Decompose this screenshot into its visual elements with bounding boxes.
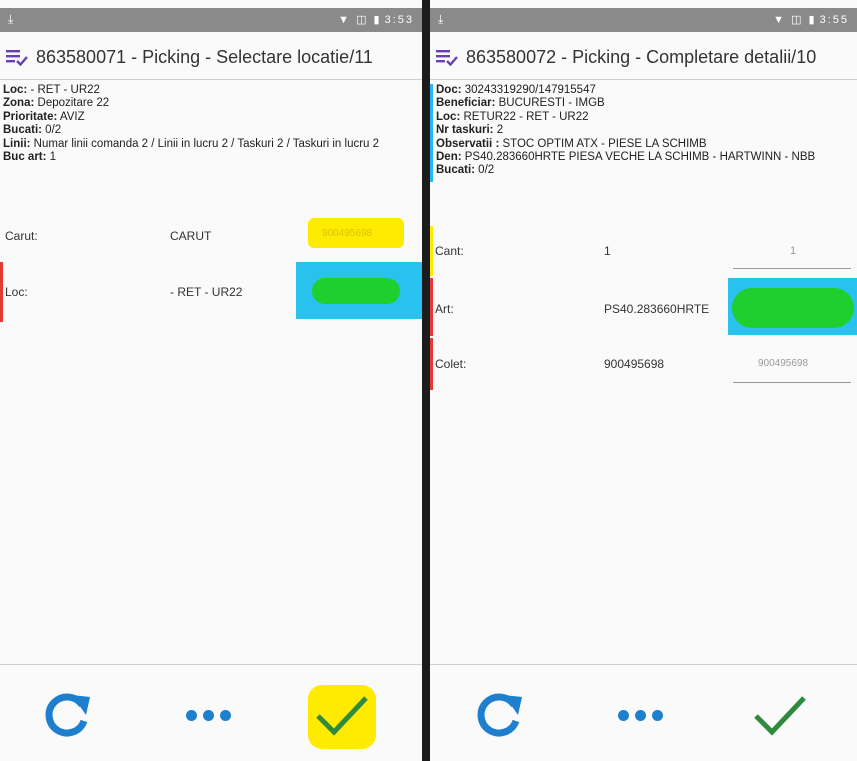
cant-row: Cant: 1 1: [430, 226, 857, 276]
carut-value: CARUT: [170, 229, 212, 243]
loc-label: Loc:: [5, 285, 28, 299]
carut-field-value: 900495698: [322, 228, 373, 239]
info-value: Depozitare 22: [34, 97, 110, 110]
loc-field[interactable]: [296, 262, 422, 319]
colet-field[interactable]: [733, 382, 851, 383]
more-icon: [617, 709, 663, 721]
list-check-icon[interactable]: [435, 46, 459, 68]
task-info: Loc: - RET - UR22 Zona: Depozitare 22 Pr…: [0, 84, 420, 164]
download-icon: ⤓: [438, 12, 444, 26]
colet-field-value[interactable]: 900495698: [758, 358, 808, 369]
status-icons: ▼ ◫ ▮ 3:55: [773, 14, 849, 26]
page-title: 863580072 - Picking - Completare detalii…: [466, 47, 817, 67]
info-line: Loc: RETUR22 - RET - UR22: [436, 111, 855, 124]
loc-value: - RET - UR22: [170, 285, 243, 299]
carut-label: Carut:: [5, 229, 38, 243]
info-key: Zona:: [3, 97, 35, 110]
info-line: Loc: - RET - UR22: [3, 84, 420, 97]
art-field-mask: [732, 288, 854, 328]
task-info: Doc: 30243319290/147915547 Beneficiar: B…: [430, 84, 855, 182]
carut-row: Carut: CARUT 900495698: [0, 212, 422, 258]
loc-row: Loc: - RET - UR22: [0, 262, 422, 322]
info-line: Den: PS40.283660HRTE PIESA VECHE LA SCHI…: [436, 151, 855, 164]
title-bar: 863580072 - Picking - Completare detalii…: [430, 36, 857, 80]
info-value: Numar linii comanda 2 / Linii in lucru 2…: [30, 137, 380, 150]
cant-value: 1: [604, 244, 611, 258]
info-value: - RET - UR22: [27, 84, 100, 96]
info-value: 0/2: [41, 124, 62, 137]
colet-value: 900495698: [604, 357, 665, 371]
info-line: Bucati: 0/2: [436, 164, 855, 177]
action-bar: [0, 664, 422, 761]
info-key: Nr taskuri:: [436, 124, 494, 137]
status-bar: ⤓ ▼ ◫ ▮ 3:55: [430, 8, 857, 32]
info-key: Doc:: [436, 84, 462, 96]
art-value: PS40.283660HRTE: [604, 302, 710, 316]
check-icon: [754, 696, 806, 736]
info-key: Den:: [436, 151, 462, 164]
info-key: Bucati:: [436, 164, 475, 177]
cant-field[interactable]: [733, 268, 851, 269]
info-value: BUCURESTI - IMGB: [495, 97, 605, 110]
refresh-button[interactable]: [466, 683, 530, 747]
confirm-button[interactable]: [748, 683, 812, 747]
cant-label: Cant:: [435, 244, 464, 258]
status-bar: ⤓ ▼ ◫ ▮ 3:53: [0, 8, 422, 32]
info-key: Prioritate:: [3, 110, 58, 123]
info-line: Prioritate: AVIZ: [3, 111, 420, 124]
colet-row: Colet: 900495698 900495698: [430, 338, 857, 390]
carut-field[interactable]: 900495698: [308, 218, 404, 248]
info-key: Linii:: [3, 137, 31, 150]
more-icon: [185, 709, 231, 721]
status-icons: ▼ ◫ ▮ 3:53: [338, 14, 414, 26]
art-label: Art:: [435, 302, 454, 316]
refresh-icon: [477, 693, 522, 737]
more-button[interactable]: [176, 683, 240, 747]
info-line: Bucati: 0/2: [3, 124, 420, 137]
check-icon: [316, 696, 368, 736]
info-key: Observatii :: [436, 137, 500, 150]
left-screen: ⤓ ▼ ◫ ▮ 3:53 863580071 - Picking - Select…: [0, 0, 422, 761]
art-field[interactable]: [728, 278, 857, 335]
info-line: Buc art: 1: [3, 151, 420, 164]
info-line: Beneficiar: BUCURESTI - IMGB: [436, 97, 855, 110]
info-key: Bucati:: [3, 124, 42, 137]
info-value: STOC OPTIM ATX - PIESE LA SCHIMB: [499, 137, 707, 150]
status-time: 3:53: [384, 14, 414, 26]
refresh-button[interactable]: [34, 683, 98, 747]
confirm-button[interactable]: [310, 683, 374, 747]
info-value: AVIZ: [57, 110, 85, 123]
page-title: 863580071 - Picking - Selectare locatie/…: [36, 47, 373, 67]
list-check-icon[interactable]: [5, 46, 29, 68]
screen-divider: [422, 0, 430, 761]
loc-field-mask: [312, 278, 400, 304]
colet-label: Colet:: [435, 357, 467, 371]
info-line: Nr taskuri: 2: [436, 124, 855, 137]
info-value: 2: [493, 124, 504, 137]
info-key: Loc:: [436, 110, 461, 123]
info-line: Linii: Numar linii comanda 2 / Linii in …: [3, 138, 420, 151]
title-bar: 863580071 - Picking - Selectare locatie/…: [0, 36, 422, 80]
refresh-icon: [45, 693, 90, 737]
art-row: Art: PS40.283660HRTE: [430, 278, 857, 336]
more-button[interactable]: [608, 683, 672, 747]
info-key: Beneficiar:: [436, 97, 496, 110]
right-screen: ⤓ ▼ ◫ ▮ 3:55 863580072 - Picking - Comple…: [430, 0, 857, 761]
info-value: 1: [46, 151, 57, 164]
info-key: Loc:: [3, 84, 28, 96]
download-icon: ⤓: [8, 12, 14, 26]
info-value: 30243319290/147915547: [461, 84, 596, 96]
info-key: Buc art:: [3, 151, 47, 164]
info-line: Doc: 30243319290/147915547: [436, 84, 855, 97]
action-bar: [430, 664, 857, 761]
cant-field-value[interactable]: 1: [790, 245, 796, 257]
info-value: RETUR22 - RET - UR22: [460, 110, 589, 123]
info-line: Observatii : STOC OPTIM ATX - PIESE LA S…: [436, 138, 855, 151]
status-time: 3:55: [819, 14, 849, 26]
info-value: PS40.283660HRTE PIESA VECHE LA SCHIMB - …: [461, 151, 816, 164]
info-line: Zona: Depozitare 22: [3, 97, 420, 110]
info-value: 0/2: [474, 164, 495, 177]
